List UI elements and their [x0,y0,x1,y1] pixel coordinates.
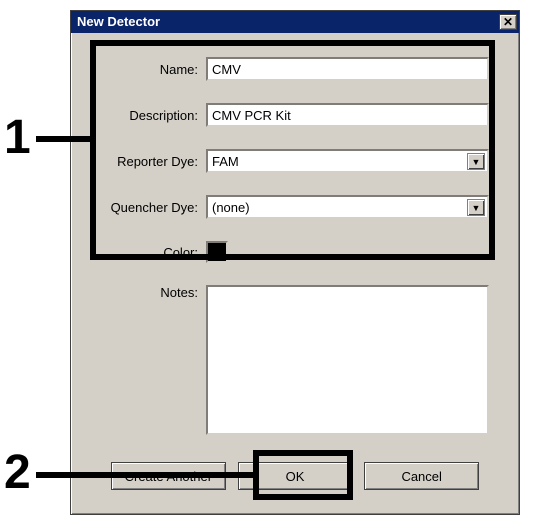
window-title: New Detector [77,11,160,33]
annotation-lead-2 [36,472,256,478]
ok-label: OK [286,469,305,484]
notes-textarea[interactable] [206,285,489,435]
chevron-down-icon: ▼ [467,153,485,170]
label-quencher: Quencher Dye: [101,200,206,215]
description-input[interactable] [206,103,489,127]
label-name: Name: [101,62,206,77]
row-name: Name: [101,57,489,81]
color-swatch[interactable] [206,241,228,263]
label-reporter: Reporter Dye: [101,154,206,169]
row-notes: Notes: [101,285,489,438]
quencher-dye-select[interactable]: (none) ▼ [206,195,489,219]
cancel-label: Cancel [401,469,441,484]
label-color: Color: [101,245,206,260]
quencher-dye-value: (none) [212,200,467,215]
reporter-dye-value: FAM [212,154,467,169]
row-description: Description: [101,103,489,127]
label-notes: Notes: [101,285,206,300]
annotation-number-2: 2 [4,445,31,500]
row-reporter: Reporter Dye: FAM ▼ [101,149,489,173]
label-description: Description: [101,108,206,123]
row-color: Color: [101,241,489,263]
chevron-down-icon: ▼ [467,199,485,216]
titlebar: New Detector ✕ [71,11,519,33]
row-quencher: Quencher Dye: (none) ▼ [101,195,489,219]
dialog-body: Name: Description: Reporter Dye: FAM ▼ Q… [71,33,519,504]
close-icon: ✕ [503,16,513,28]
cancel-button[interactable]: Cancel [364,462,479,490]
close-button[interactable]: ✕ [499,14,517,30]
new-detector-dialog: New Detector ✕ Name: Description: Report… [70,10,520,515]
annotation-lead-1 [36,136,94,142]
reporter-dye-select[interactable]: FAM ▼ [206,149,489,173]
annotation-number-1: 1 [4,110,31,165]
name-input[interactable] [206,57,489,81]
